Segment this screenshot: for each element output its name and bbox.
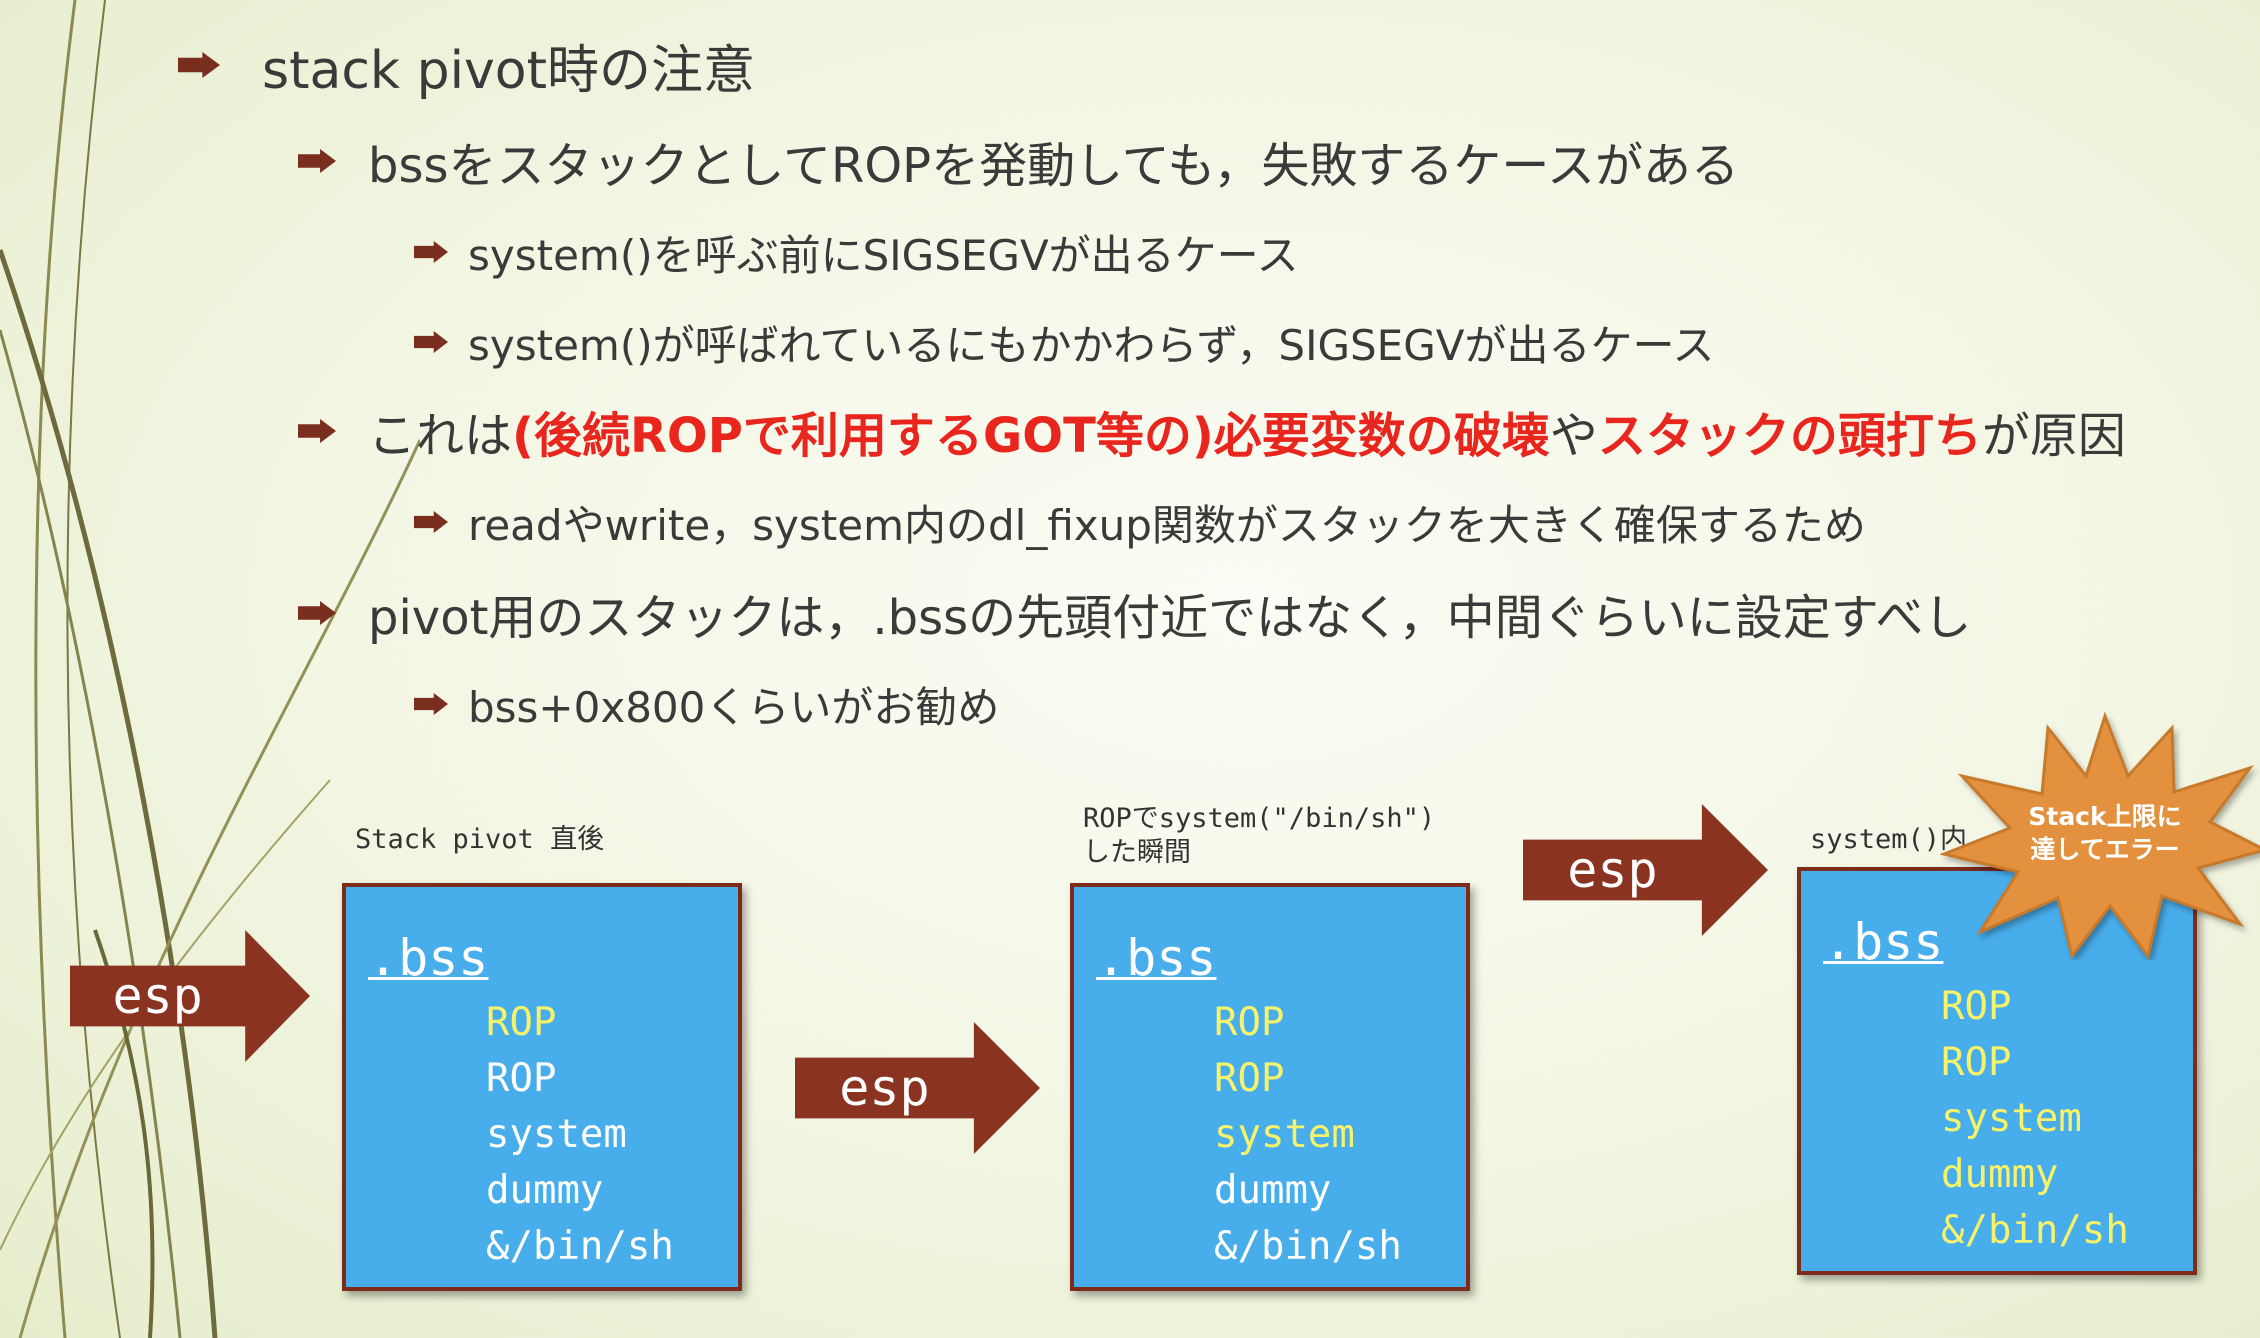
esp-pointer-arrow-2: esp (795, 1022, 1040, 1154)
esp-label: esp (1567, 841, 1658, 899)
stack-entry: ROP (1941, 1040, 2012, 1085)
bullet-level2-cause: これは(後続ROPで利用するGOT等の)必要変数の破壊やスタックの頭打ちが原因 (298, 398, 2126, 464)
stack-box-after-pivot: .bss ROP ROP system dummy &/bin/sh (342, 883, 742, 1291)
bullet-level1-stack-pivot: stack pivot時の注意 (178, 30, 756, 101)
bullet-text: readやwrite，system内のdl_fixup関数がスタックを大きく確保… (468, 500, 1866, 550)
bullet-level2-bss-rop-failure: bssをスタックとしてROPを発動しても，失敗するケースがある (298, 128, 1739, 194)
stack-entry: &/bin/sh (1941, 1208, 2129, 1253)
stack-entry: system (1941, 1096, 2082, 1141)
arrow-bullet-icon (414, 511, 448, 533)
arrow-bullet-icon (298, 149, 336, 173)
stack-entry: &/bin/sh (1214, 1224, 1402, 1269)
bullet-text: bss+0x800くらいがお勧め (468, 682, 1000, 732)
stack-entry: dummy (1941, 1152, 2059, 1197)
cause-emphasis-stack-limit: スタックの頭打ち (1597, 408, 1982, 464)
cause-prefix: これは (368, 408, 513, 464)
stack-entry: ROP (1214, 1056, 1285, 1101)
bullet-text: system()を呼ぶ前にSIGSEGVが出るケース (468, 230, 1299, 280)
bullet-level3-sigsegv-after-system: system()が呼ばれているにもかかわらず，SIGSEGVが出るケース (414, 312, 1714, 372)
burst-line1: Stack上限に (2028, 802, 2182, 831)
bullet-text: bssをスタックとしてROPを発動しても，失敗するケースがある (368, 138, 1739, 194)
stack2-caption-line1: ROPでsystem("/bin/sh") (1083, 803, 1436, 834)
stack-box-at-system-call: .bss ROP ROP system dummy &/bin/sh (1070, 883, 1470, 1291)
stack-entries: ROP ROP system dummy &/bin/sh (1214, 995, 1402, 1275)
stack-entry: dummy (486, 1168, 604, 1213)
bss-section-label: .bss (1823, 913, 1944, 971)
stack-entry: ROP (486, 1056, 557, 1101)
stack-entry: ROP (486, 1000, 557, 1045)
burst-line2: 達してエラー (2030, 835, 2180, 864)
esp-pointer-arrow-1: esp (70, 930, 310, 1062)
bullet-level3-sigsegv-before-system: system()を呼ぶ前にSIGSEGVが出るケース (414, 222, 1299, 282)
stack1-caption: Stack pivot 直後 (355, 824, 605, 855)
arrow-bullet-icon (414, 241, 448, 263)
stack-entries: ROP ROP system dummy &/bin/sh (486, 995, 674, 1275)
cause-suffix: が原因 (1981, 408, 2126, 464)
stack-entry: &/bin/sh (486, 1224, 674, 1269)
stack2-caption-line2: した瞬間 (1083, 837, 1191, 868)
bullet-text: stack pivot時の注意 (262, 40, 756, 101)
arrow-bullet-icon (414, 693, 448, 715)
esp-label: esp (839, 1059, 930, 1117)
bullet-level2-pivot-location: pivot用のスタックは，.bssの先頭付近ではなく，中間ぐらいに設定すべし (298, 580, 1971, 646)
bullet-text: system()が呼ばれているにもかかわらず，SIGSEGVが出るケース (468, 320, 1715, 370)
stack-entry: system (486, 1112, 627, 1157)
stack-entry: system (1214, 1112, 1355, 1157)
stack-entry: ROP (1941, 984, 2012, 1029)
esp-label: esp (112, 967, 203, 1025)
arrow-bullet-icon (414, 331, 448, 353)
arrow-bullet-icon (298, 419, 336, 443)
bullet-text: pivot用のスタックは，.bssの先頭付近ではなく，中間ぐらいに設定すべし (368, 590, 1972, 646)
bullet-level3-dl-fixup: readやwrite，system内のdl_fixup関数がスタックを大きく確保… (414, 492, 1866, 552)
stack-entry: dummy (1214, 1168, 1332, 1213)
esp-pointer-arrow-3: esp (1523, 804, 1768, 936)
stack-entry: ROP (1214, 1000, 1285, 1045)
arrow-bullet-icon (178, 52, 220, 78)
stack-entries: ROP ROP system dummy &/bin/sh (1941, 979, 2129, 1259)
cause-emphasis-variable-destruction: (後続ROPで利用するGOT等の)必要変数の破壊 (512, 408, 1550, 464)
bullet-level3-recommendation: bss+0x800くらいがお勧め (414, 674, 999, 734)
bss-section-label: .bss (1096, 929, 1217, 987)
stack-limit-error-label: Stack上限に 達してエラー (1985, 800, 2225, 866)
bullet-text: これは(後続ROPで利用するGOT等の)必要変数の破壊やスタックの頭打ちが原因 (368, 396, 2126, 466)
arrow-bullet-icon (298, 601, 336, 625)
cause-connector: や (1549, 408, 1598, 464)
bss-section-label: .bss (368, 929, 489, 987)
